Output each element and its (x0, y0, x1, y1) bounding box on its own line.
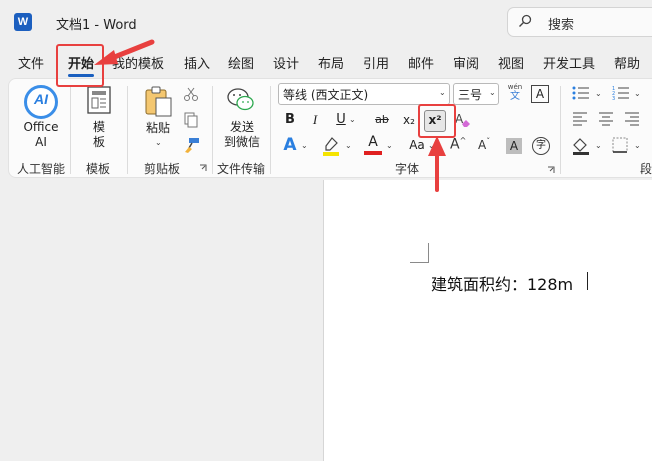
office-ai-icon-text: AI (34, 91, 48, 107)
group-divider (212, 86, 213, 174)
svg-text:3: 3 (612, 96, 615, 101)
bullets-chevron-icon[interactable]: ⌄ (595, 89, 602, 98)
annotation-arrow-home (94, 39, 155, 65)
tab-references[interactable]: 引用 (363, 53, 389, 72)
align-center-icon[interactable] (598, 111, 614, 127)
font-size-value: 三号 (458, 88, 483, 102)
text-effects-button[interactable]: A (281, 135, 299, 155)
group-label-clipboard: 剪贴板 (144, 162, 181, 176)
search-icon (519, 14, 532, 27)
phonetic-guide-button[interactable]: wén 文 (506, 83, 524, 103)
tab-layout[interactable]: 布局 (318, 53, 344, 72)
tab-draw[interactable]: 绘图 (228, 53, 254, 72)
grow-font-label: A (450, 136, 460, 153)
group-label-paragraph: 段 (640, 162, 652, 176)
numbering-chevron-icon[interactable]: ⌄ (634, 89, 641, 98)
shrink-font-label: A (478, 138, 487, 152)
group-divider (70, 86, 71, 174)
borders-icon[interactable] (612, 137, 628, 153)
italic-button[interactable]: I (306, 110, 324, 130)
group-divider (560, 86, 561, 174)
align-left-icon[interactable] (572, 111, 588, 127)
document-text[interactable]: 建筑面积约：128m (431, 271, 573, 295)
subscript-button[interactable]: x₂ (400, 110, 418, 130)
paste-label[interactable]: 粘贴 (144, 121, 172, 136)
annotation-box-superscript (418, 104, 456, 138)
tab-insert[interactable]: 插入 (184, 53, 210, 72)
borders-chevron-icon[interactable]: ⌄ (634, 141, 641, 150)
search-placeholder: 搜索 (548, 18, 575, 33)
font-name-value: 等线 (西文正文) (283, 88, 369, 102)
tab-developer[interactable]: 开发工具 (543, 53, 595, 72)
text-cursor (587, 272, 588, 290)
strikethrough-button[interactable]: ab (371, 110, 393, 130)
group-divider (127, 86, 128, 174)
eraser-icon (462, 120, 470, 127)
character-border-button[interactable]: A (531, 85, 549, 103)
copy-icon[interactable] (183, 112, 199, 128)
shading-icon[interactable] (572, 137, 590, 155)
grow-font-button[interactable]: A^ (450, 136, 468, 156)
paste-icon[interactable] (143, 85, 173, 117)
enclose-characters-button[interactable]: 字 (532, 137, 550, 155)
office-ai-label-line2: AI (35, 135, 47, 149)
group-divider (270, 86, 271, 174)
phonetic-guide-top: wén (507, 83, 523, 91)
phonetic-guide-bottom: 文 (510, 91, 520, 102)
template-label-line2: 板 (92, 135, 105, 149)
numbering-icon[interactable]: 1 2 3 (612, 85, 630, 101)
bullets-icon[interactable] (572, 85, 590, 101)
send-to-wechat-line1: 发送 (229, 120, 254, 134)
shrink-font-button[interactable]: Aˇ (478, 137, 496, 157)
tab-view[interactable]: 视图 (498, 53, 524, 72)
margin-corner-mark (410, 262, 429, 263)
bold-button[interactable]: B (281, 110, 299, 130)
document-page[interactable] (323, 180, 652, 461)
clipboard-launcher-icon[interactable] (199, 164, 207, 172)
underline-chevron-icon[interactable]: ⌄ (349, 115, 356, 124)
template-label-line1: 模 (92, 120, 105, 134)
font-color-bar (364, 151, 382, 155)
wechat-icon[interactable] (227, 87, 255, 113)
highlight-icon[interactable] (322, 136, 340, 156)
font-color-label: A (368, 134, 378, 150)
group-label-file-transfer: 文件传输 (217, 162, 266, 176)
highlight-chevron-icon[interactable]: ⌄ (345, 141, 352, 150)
character-shading-button[interactable]: A (506, 138, 522, 154)
text-effects-chevron-icon[interactable]: ⌄ (301, 141, 308, 150)
cut-icon[interactable] (183, 86, 199, 102)
clear-formatting-button[interactable]: A (455, 112, 471, 130)
font-dialog-launcher-icon[interactable] (547, 166, 555, 174)
font-color-button[interactable]: A (364, 134, 382, 156)
office-ai-label[interactable]: Office AI (22, 120, 60, 150)
send-to-wechat-line2: 到微信 (223, 135, 260, 149)
group-label-template: 模板 (86, 162, 111, 176)
paste-chevron-icon[interactable]: ⌄ (155, 138, 162, 147)
format-painter-icon[interactable] (183, 137, 201, 153)
tab-help[interactable]: 帮助 (614, 53, 640, 72)
underline-button[interactable]: U (332, 110, 350, 130)
send-to-wechat-label[interactable]: 发送 到微信 (222, 120, 262, 150)
annotation-arrow-superscript (428, 136, 446, 192)
template-icon[interactable] (86, 86, 112, 114)
tab-file[interactable]: 文件 (18, 53, 44, 72)
group-label-font: 字体 (395, 162, 420, 176)
align-right-icon[interactable] (624, 111, 640, 127)
font-color-chevron-icon[interactable]: ⌄ (386, 141, 393, 150)
shading-chevron-icon[interactable]: ⌄ (595, 141, 602, 150)
document-title: 文档1 - Word (56, 18, 137, 33)
font-name-chevron-icon[interactable]: ⌄ (439, 88, 446, 97)
tab-design[interactable]: 设计 (273, 53, 299, 72)
office-ai-label-line1: Office (23, 120, 59, 134)
template-label[interactable]: 模 板 (88, 120, 110, 150)
word-app-icon: W (14, 13, 36, 31)
font-size-chevron-icon[interactable]: ⌄ (489, 88, 496, 97)
group-label-ai: 人工智能 (17, 162, 66, 176)
tab-mailings[interactable]: 邮件 (408, 53, 434, 72)
office-ai-icon[interactable]: AI (24, 85, 58, 119)
margin-corner-mark (428, 243, 429, 263)
tab-review[interactable]: 审阅 (453, 53, 479, 72)
